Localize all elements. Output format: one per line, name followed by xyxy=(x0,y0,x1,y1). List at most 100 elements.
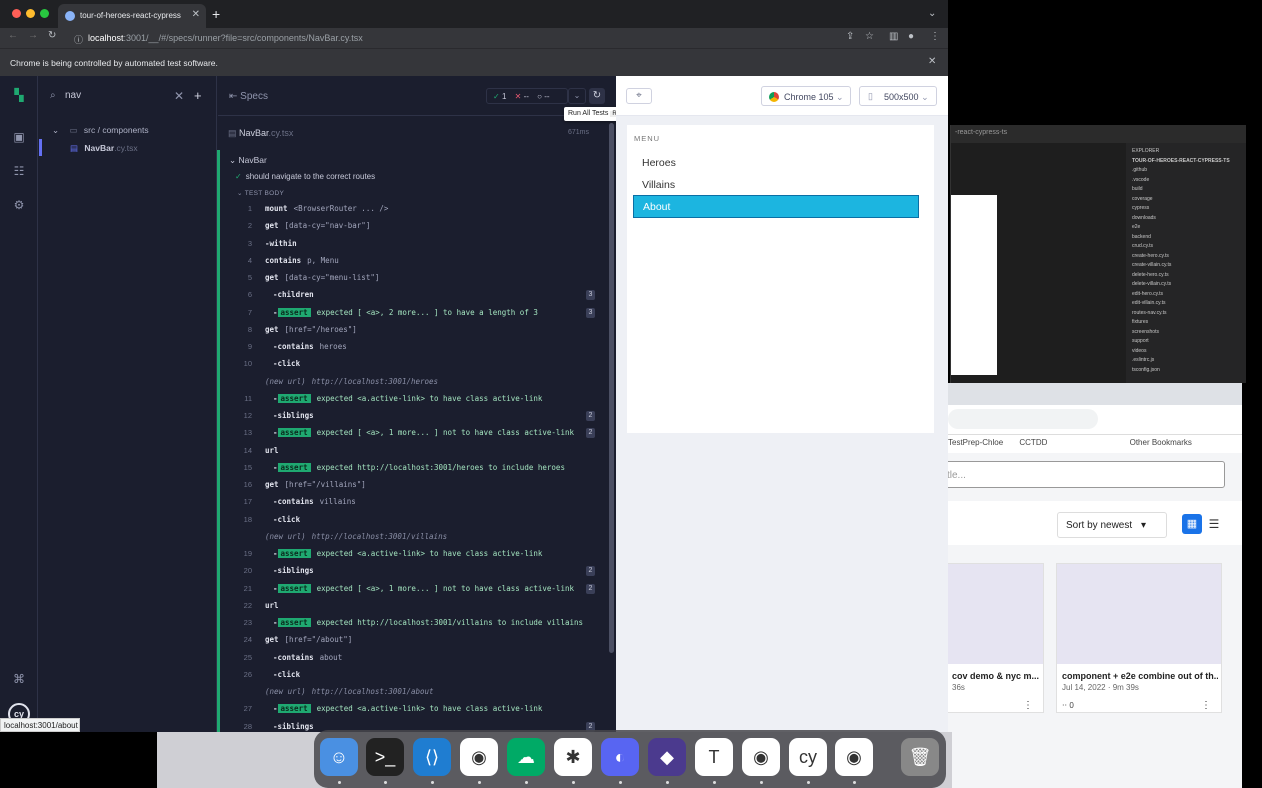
nav-link-villains[interactable]: Villains xyxy=(633,174,919,197)
trash-icon[interactable]: 🗑 xyxy=(901,738,939,776)
menu-icon[interactable]: ⋮ xyxy=(930,31,940,42)
terminal-icon[interactable]: >_ xyxy=(366,738,404,776)
spec-search-input[interactable]: nav xyxy=(65,90,81,101)
add-spec-icon[interactable]: + xyxy=(194,88,202,103)
tab-search-icon[interactable]: ⌄ xyxy=(928,8,936,19)
command-row[interactable]: 6 -children 3 xyxy=(222,287,597,304)
chrome-icon[interactable]: ◉ xyxy=(742,738,780,776)
finder-icon[interactable]: ☺ xyxy=(320,738,358,776)
reload-icon[interactable]: ↻ xyxy=(48,30,56,41)
explorer-item[interactable]: create-villain.cy.ts xyxy=(1132,261,1240,271)
explorer-item[interactable]: videos xyxy=(1132,347,1240,357)
profile-icon[interactable]: ● xyxy=(908,31,914,42)
explorer-item[interactable]: screenshots xyxy=(1132,328,1240,338)
list-view-icon[interactable]: ☰ xyxy=(1204,514,1224,534)
runs-icon[interactable]: ▣ xyxy=(11,130,27,146)
nav-link-heroes[interactable]: Heroes xyxy=(633,152,919,175)
explorer-item[interactable]: .vscode xyxy=(1132,176,1240,186)
explorer-item[interactable]: cypress xyxy=(1132,204,1240,214)
spec-search[interactable]: ⌕ nav ✕ + xyxy=(50,88,210,104)
cloud-icon[interactable]: ☁ xyxy=(507,738,545,776)
command-row[interactable]: 1 mount <BrowserRouter ... /> xyxy=(222,201,597,218)
bg-search-input[interactable]: tle... xyxy=(942,461,1225,488)
run-card[interactable]: cov demo & nyc m... 36s ⋮ xyxy=(946,563,1044,713)
command-row[interactable]: 20 -siblings 2 xyxy=(222,563,597,580)
command-row[interactable]: 7 - assert expected [ <a>, 2 more... ] to h… xyxy=(222,305,597,322)
command-row[interactable]: 14 url xyxy=(222,443,597,460)
more-icon[interactable]: ⋮ xyxy=(1023,700,1033,711)
viewport-select[interactable]: ▯ 500x500 ⌄ xyxy=(859,86,937,106)
command-row[interactable]: 26 -click xyxy=(222,667,597,684)
address-bar[interactable]: ⓘ localhost:3001/__/#/specs/runner?file=… xyxy=(62,30,942,46)
command-row[interactable]: 3 -within xyxy=(222,236,597,253)
explorer-item[interactable]: coverage xyxy=(1132,195,1240,205)
sort-select[interactable]: Sort by newest ▾ xyxy=(1057,512,1167,538)
command-row[interactable]: 18 -click xyxy=(222,512,597,529)
obsidian-icon[interactable]: ◆ xyxy=(648,738,686,776)
command-row[interactable]: 4 contains p, Menu xyxy=(222,253,597,270)
command-row[interactable]: (new url) http://localhost:3001/about xyxy=(222,684,597,701)
command-row[interactable]: (new url) http://localhost:3001/heroes xyxy=(222,374,597,391)
command-row[interactable]: 21 - assert expected [ <a>, 1 more... ] not… xyxy=(222,581,597,598)
forward-icon[interactable]: → xyxy=(28,30,38,41)
command-row[interactable]: 11 - assert expected <a.active-link> to hav… xyxy=(222,391,597,408)
command-row[interactable]: 19 - assert expected <a.active-link> to hav… xyxy=(222,546,597,563)
slack-icon[interactable]: ✱ xyxy=(554,738,592,776)
command-row[interactable]: 24 get [href="/about"] xyxy=(222,632,597,649)
explorer-item[interactable]: delete-villain.cy.ts xyxy=(1132,280,1240,290)
explorer-item[interactable]: .github xyxy=(1132,166,1240,176)
clear-search-icon[interactable]: ✕ xyxy=(174,89,184,103)
more-icon[interactable]: ⋮ xyxy=(1201,700,1211,711)
specs-list-icon[interactable]: ☷ xyxy=(11,164,27,180)
explorer-item[interactable]: edit-villain.cy.ts xyxy=(1132,299,1240,309)
cypress-icon[interactable]: cy xyxy=(789,738,827,776)
back-icon[interactable]: ← xyxy=(8,30,18,41)
explorer-item[interactable]: edit-hero.cy.ts xyxy=(1132,290,1240,300)
command-row[interactable]: 13 - assert expected [ <a>, 1 more... ] not… xyxy=(222,425,597,442)
explorer-item[interactable]: .eslintrc.js xyxy=(1132,356,1240,366)
command-row[interactable]: 10 -click xyxy=(222,356,597,373)
chrome-icon[interactable]: ◉ xyxy=(460,738,498,776)
tree-folder[interactable]: ⌄ ▭ src / components xyxy=(52,125,149,136)
chevron-down-icon[interactable]: ⌄ xyxy=(568,88,586,104)
test-title[interactable]: ✓ should navigate to the correct routes xyxy=(235,172,375,181)
typora-icon[interactable]: T xyxy=(695,738,733,776)
command-row[interactable]: 27 - assert expected <a.active-link> to hav… xyxy=(222,701,597,718)
nav-link-about[interactable]: About xyxy=(633,195,919,218)
keyboard-shortcut-icon[interactable]: ⌘ xyxy=(11,672,27,688)
infobar-close-icon[interactable]: ✕ xyxy=(928,56,936,67)
bookmark[interactable]: Other Bookmarks xyxy=(1130,438,1192,447)
bookmark[interactable]: TestPrep-Chloe xyxy=(948,438,1003,447)
vscode-icon[interactable]: ⟨⟩ xyxy=(413,738,451,776)
explorer-item[interactable]: crud.cy.ts xyxy=(1132,242,1240,252)
discord-icon[interactable]: ◐ xyxy=(601,738,639,776)
grid-view-icon[interactable]: ▦ xyxy=(1182,514,1202,534)
command-row[interactable]: 16 get [href="/villains"] xyxy=(222,477,597,494)
browser-select[interactable]: Chrome 105 ⌄ xyxy=(761,86,851,106)
explorer-item[interactable]: delete-hero.cy.ts xyxy=(1132,271,1240,281)
command-row[interactable]: 15 - assert expected http://localhost:3001/… xyxy=(222,460,597,477)
rerun-icon[interactable]: ↻ xyxy=(589,88,605,104)
project-icon[interactable]: ▚ xyxy=(11,88,27,104)
zoom-window-icon[interactable] xyxy=(40,9,49,18)
chrome-icon[interactable]: ◉ xyxy=(835,738,873,776)
explorer-item[interactable]: tsconfig.json xyxy=(1132,366,1240,376)
run-card[interactable]: component + e2e combine out of th... Jul… xyxy=(1056,563,1222,713)
command-row[interactable]: 22 url xyxy=(222,598,597,615)
tab-close-icon[interactable]: ✕ xyxy=(192,9,200,20)
specs-toggle[interactable]: ⇤ Specs xyxy=(229,91,268,102)
close-window-icon[interactable] xyxy=(12,9,21,18)
command-row[interactable]: 25 -contains about xyxy=(222,650,597,667)
explorer-item[interactable]: create-hero.cy.ts xyxy=(1132,252,1240,262)
explorer-item[interactable]: routes-nav.cy.ts xyxy=(1132,309,1240,319)
tree-spec-file[interactable]: ▤ NavBar.cy.tsx xyxy=(70,143,138,154)
selector-playground-icon[interactable]: ⌖ xyxy=(626,88,652,104)
browser-tab[interactable]: tour-of-heroes-react-cypress ✕ xyxy=(58,4,206,28)
command-row[interactable]: 8 get [href="/heroes"] xyxy=(222,322,597,339)
new-tab-icon[interactable]: + xyxy=(212,6,220,22)
explorer-item[interactable]: support xyxy=(1132,337,1240,347)
reporter-scrollbar[interactable] xyxy=(609,123,614,653)
side-panel-icon[interactable]: ▥ xyxy=(889,31,898,42)
command-row[interactable]: 23 - assert expected http://localhost:3001/… xyxy=(222,615,597,632)
settings-gear-icon[interactable]: ⚙ xyxy=(11,198,27,214)
